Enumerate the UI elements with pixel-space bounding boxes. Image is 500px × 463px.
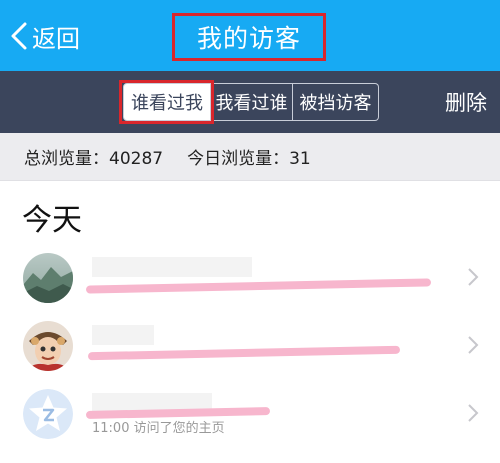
title-highlight-box: 我的访客 <box>172 13 326 61</box>
chevron-right-icon <box>468 336 479 354</box>
tab-blocked-visitors[interactable]: 被挡访客 <box>293 83 379 121</box>
delete-button[interactable]: 删除 <box>445 87 487 117</box>
chevron-right-icon <box>468 404 479 422</box>
visitor-row[interactable] <box>0 311 500 379</box>
back-label: 返回 <box>32 24 80 53</box>
default-avatar[interactable] <box>23 389 73 439</box>
view-stats-bar: 总浏览量：40287 今日浏览量：31 <box>0 133 500 181</box>
segmented-tabs: 谁看过我 我看过谁 被挡访客 <box>123 83 379 121</box>
visitor-row[interactable] <box>0 243 500 311</box>
section-title-today: 今天 <box>22 203 82 238</box>
tab-toolbar: 谁看过我 我看过谁 被挡访客 删除 <box>0 71 500 133</box>
back-button[interactable]: 返回 <box>8 14 80 58</box>
tab-who-i-viewed[interactable]: 我看过谁 <box>211 83 293 121</box>
character-avatar[interactable] <box>23 321 73 371</box>
back-chevron-icon <box>11 22 27 50</box>
visitor-row[interactable]: 11:00 访问了您的主页 <box>0 379 500 447</box>
visitor-screen: 返回 我的访客 谁看过我 我看过谁 被挡访客 删除 总浏览量：40287 今日浏… <box>0 0 500 463</box>
today-views-stat: 今日浏览量：31 <box>187 149 311 169</box>
visit-detail: 11:00 访问了您的主页 <box>92 421 225 436</box>
visitor-name-redacted <box>92 325 154 345</box>
tab-who-viewed-me[interactable]: 谁看过我 <box>123 83 211 121</box>
page-title: 我的访客 <box>196 24 301 53</box>
redaction-mark <box>85 278 432 294</box>
redaction-mark <box>87 345 401 361</box>
chevron-right-icon <box>468 268 479 286</box>
visitor-name-redacted <box>92 257 252 277</box>
total-views-stat: 总浏览量：40287 <box>24 149 164 169</box>
visitor-list: 11:00 访问了您的主页 <box>0 243 500 447</box>
header-bar: 返回 我的访客 <box>0 0 500 71</box>
landscape-avatar[interactable] <box>23 253 73 303</box>
